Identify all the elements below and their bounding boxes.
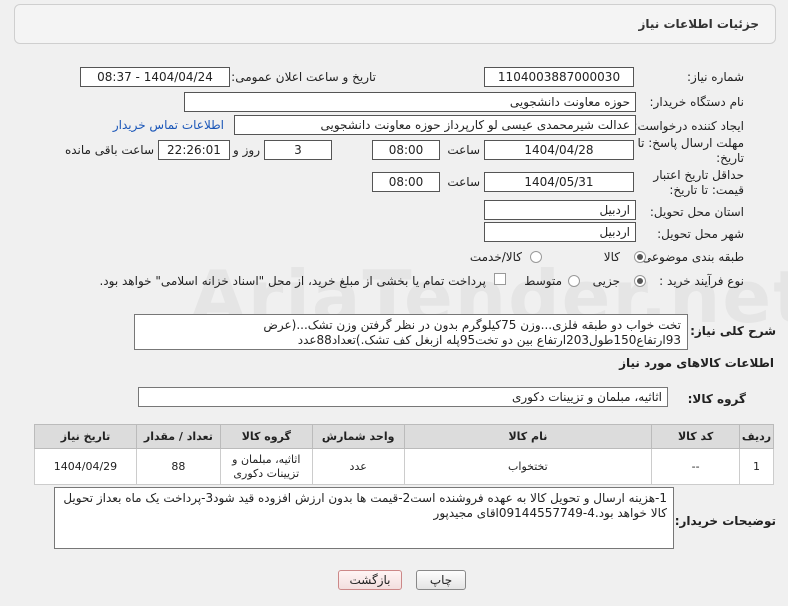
table-row: 1 -- تختخواب عدد اثاثیه، مبلمان و تزیینا… [34,448,774,485]
category-option-goods-service: کالا/خدمت [469,250,522,264]
process-radio-minor[interactable] [634,275,646,287]
process-option-medium: متوسط [524,274,562,288]
buyer-org-field: حوزه معاونت دانشجویی [184,92,636,112]
col-unit: واحد شمارش [311,424,405,449]
creator-label: ایجاد کننده درخواست: [633,119,744,133]
cell-name: تختخواب [403,448,653,485]
back-button[interactable]: بازگشت [338,570,402,590]
col-group: گروه کالا [219,424,313,449]
summary-textarea[interactable]: تخت خواب دو طبقه فلزی...وزن 75کیلوگرم بد… [134,314,688,350]
cell-code: -- [651,448,741,485]
validity-label: حداقل تاریخ اعتبار قیمت: تا تاریخ: [653,168,744,197]
cell-group: اثاثیه، مبلمان و تزیینات دکوری [219,448,313,485]
table-header-row: ردیف کد کالا نام کالا واحد شمارش گروه کا… [34,424,774,449]
need-number-field: 1104003887000030 [484,67,634,87]
category-radio-goods-service[interactable] [530,251,542,263]
col-row: ردیف [739,424,774,449]
category-label: طبقه بندی موضوعی: [637,250,744,264]
category-radio-goods[interactable] [634,251,646,263]
notes-label: توضیحات خریدار: [674,514,776,528]
payment-note: پرداخت تمام یا بخشی از مبلغ خرید، از محل… [99,274,486,288]
cell-row: 1 [739,448,774,485]
deadline-label: مهلت ارسال پاسخ: تا تاریخ: [637,136,744,165]
col-name: نام کالا [403,424,653,449]
deadline-time-label: ساعت [447,143,480,157]
treasury-checkbox[interactable] [494,273,506,285]
header-panel: جزئیات اطلاعات نیاز [14,4,776,44]
col-qty: تعداد / مقدار [135,424,221,449]
col-code: کد کالا [651,424,741,449]
validity-time-label: ساعت [447,175,480,189]
validity-date-field: 1404/05/31 [484,172,634,192]
remaining-time-field: 22:26:01 [158,140,230,160]
province-field: اردبیل [484,200,636,220]
days-label: روز و [233,143,260,157]
group-label: گروه کالا: [687,392,746,406]
items-table: ردیف کد کالا نام کالا واحد شمارش گروه کا… [34,424,774,485]
announce-field: 1404/04/24 - 08:37 [80,67,230,87]
city-field: اردبیل [484,222,636,242]
page-title: جزئیات اطلاعات نیاز [638,17,759,31]
contact-buyer-link[interactable]: اطلاعات تماس خریدار [113,118,224,132]
process-radio-medium[interactable] [568,275,580,287]
need-number-label: شماره نیاز: [687,70,744,84]
category-option-goods: کالا [603,250,620,264]
deadline-time-field: 08:00 [372,140,440,160]
creator-field: عدالت شیرمحمدی عیسی لو کارپرداز حوزه معا… [234,115,636,135]
remaining-label: ساعت باقی مانده [64,143,154,157]
notes-textarea[interactable]: 1-هزینه ارسال و تحویل کالا به عهده فروشن… [54,487,674,549]
days-field: 3 [264,140,332,160]
buyer-org-label: نام دستگاه خریدار: [649,95,745,109]
validity-time-field: 08:00 [372,172,440,192]
print-button[interactable]: چاپ [416,570,466,590]
announce-label: تاریخ و ساعت اعلان عمومی: [231,70,376,84]
cell-qty: 88 [135,448,221,485]
cell-unit: عدد [311,448,405,485]
process-option-minor: جزیی [592,274,620,288]
summary-label: شرح کلی نیاز: [690,324,776,338]
process-label: نوع فرآیند خرید : [659,274,744,288]
col-date: تاریخ نیاز [34,424,137,449]
deadline-date-field: 1404/04/28 [484,140,634,160]
city-label: شهر محل تحویل: [657,227,744,241]
items-section-title: اطلاعات کالاهای مورد نیاز [619,356,774,370]
province-label: استان محل تحویل: [649,205,744,219]
cell-date: 1404/04/29 [34,448,137,485]
group-field: اثاثیه، مبلمان و تزیینات دکوری [138,387,668,407]
